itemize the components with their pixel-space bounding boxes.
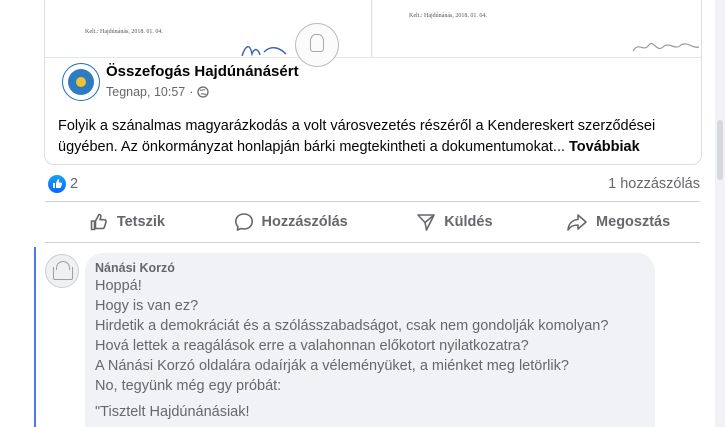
share-button-label: Megosztás (596, 214, 671, 230)
post-timestamp[interactable]: Tegnap, 10:57 (106, 85, 185, 99)
comment-quote: "Tisztelt Hajdúnánásiak! (95, 404, 250, 420)
post-actions: Tetszik Hozzászólás Küldés Megosztás (45, 203, 700, 241)
comment-bubble-icon (234, 213, 253, 231)
comment-text: Hoppá! Hogy is van ez? Hirdetik a demokr… (95, 276, 650, 422)
send-icon (417, 214, 436, 231)
comment-line: Hirdetik a demokráciát és a szólásszabad… (95, 318, 609, 334)
document-page-right: Kelt.: Hajdúnánás, 2018. 01. 04. (373, 0, 701, 57)
divider (45, 201, 700, 202)
send-button-label: Küldés (444, 214, 493, 230)
post-header: Összefogás Hajdúnánásért Tegnap, 10:57 · (45, 63, 701, 111)
reaction-count[interactable]: 2 (70, 176, 78, 192)
comment-button[interactable]: Hozzászólás (209, 203, 373, 241)
comment-line: A Nánási Korzó oldalára odaírják a vélem… (95, 358, 569, 374)
comment-button-label: Hozzászólás (261, 214, 348, 230)
post-text: Folyik a szánalmas magyarázkodás a volt … (58, 116, 688, 158)
share-icon (567, 214, 587, 231)
globe-icon (197, 86, 210, 98)
like-reaction-icon[interactable] (48, 175, 66, 193)
page-name[interactable]: Összefogás Hajdúnánásért (106, 63, 299, 80)
post-body: Folyik a szánalmas magyarázkodás a volt … (58, 118, 656, 155)
see-more-link[interactable]: Továbbiak (569, 139, 640, 155)
thumbs-up-icon (90, 213, 107, 231)
comment-count[interactable]: 1 hozzászólás (608, 176, 700, 192)
send-button[interactable]: Küldés (373, 203, 537, 241)
document-date: Kelt.: Hajdúnánás, 2018. 01. 04. (85, 29, 163, 35)
page-avatar[interactable] (62, 63, 100, 101)
scrollbar-thumb[interactable] (717, 120, 723, 180)
document-page-left: Kelt.: Hajdúnánás, 2018. 01. 04. (45, 0, 372, 67)
post-meta: Tegnap, 10:57 · (106, 85, 210, 99)
signature-scribble (241, 46, 287, 57)
commenter-avatar[interactable] (45, 254, 79, 288)
comment-line: Hová lettek a reagálások erre a valahonn… (95, 338, 529, 354)
reactions-bar: 2 1 hozzászólás (45, 170, 700, 198)
comment-line: Hoppá! (95, 278, 142, 294)
comment-line: Hogy is van ez? (95, 298, 199, 314)
page-scrollbar[interactable] (715, 0, 725, 427)
comment-author[interactable]: Nánási Korzó (95, 261, 175, 275)
document-date: Kelt.: Hajdúnánás, 2018. 01. 04. (409, 13, 487, 19)
comment-thread-line (34, 247, 36, 427)
facebook-post: Kelt.: Hajdúnánás, 2018. 01. 04. Kelt.: … (0, 0, 715, 427)
comment-line: No, tegyünk még egy próbát: (95, 378, 282, 394)
like-button[interactable]: Tetszik (45, 203, 209, 241)
signature-scribble (632, 43, 700, 52)
share-button[interactable]: Megosztás (536, 203, 700, 241)
comment-bubble: Nánási Korzó Hoppá! Hogy is van ez? Hird… (85, 253, 655, 427)
shared-link-card[interactable]: Kelt.: Hajdúnánás, 2018. 01. 04. Kelt.: … (44, 0, 702, 165)
official-seal (295, 23, 339, 67)
divider (45, 242, 700, 243)
like-button-label: Tetszik (116, 214, 165, 230)
meta-separator: · (189, 85, 194, 99)
document-preview[interactable]: Kelt.: Hajdúnánás, 2018. 01. 04. Kelt.: … (45, 0, 701, 67)
